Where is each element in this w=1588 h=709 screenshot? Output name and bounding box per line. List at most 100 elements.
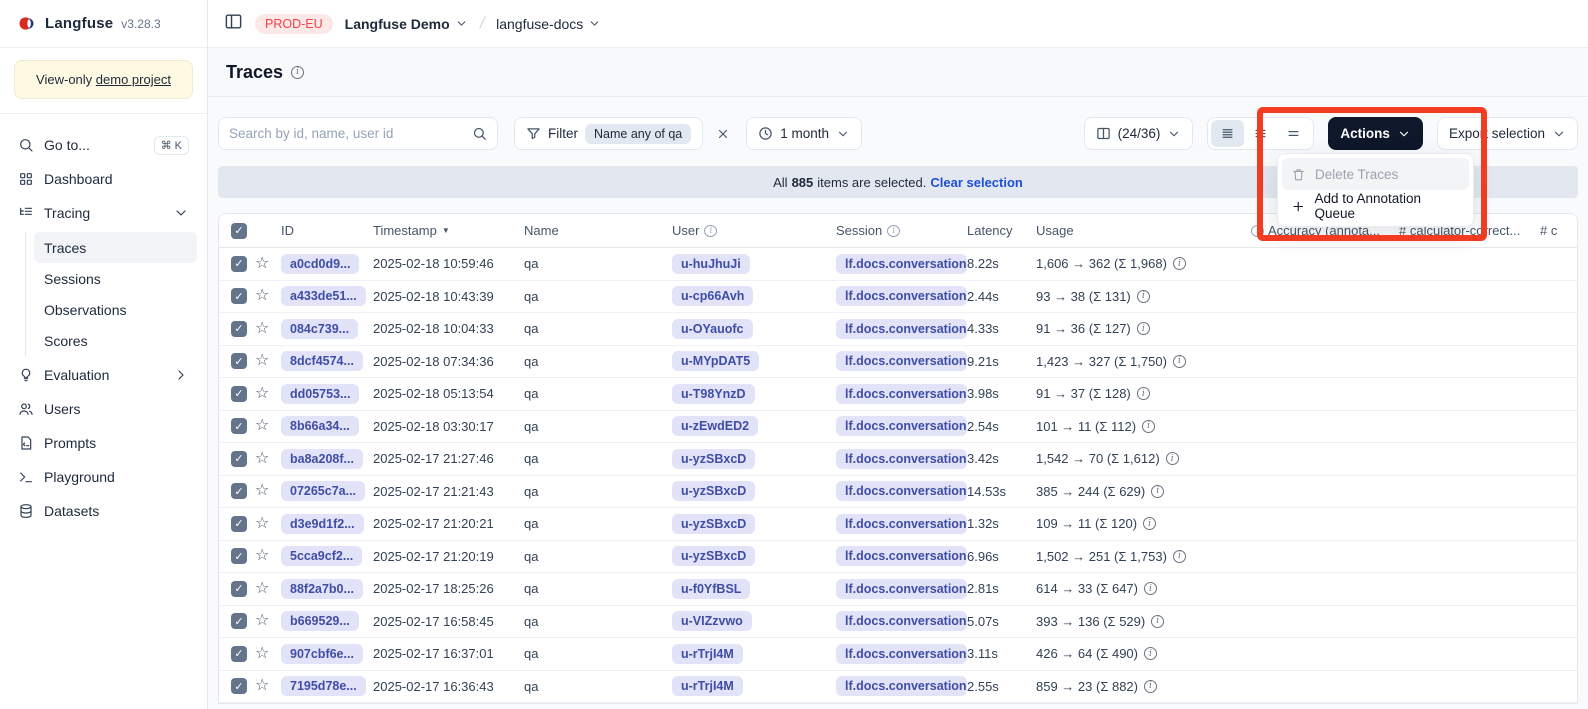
session-badge[interactable]: lf.docs.conversation... — [836, 319, 967, 339]
info-icon[interactable]: i — [1137, 290, 1150, 303]
trace-id-badge[interactable]: 7195d78e... — [281, 676, 366, 696]
star-icon[interactable]: ☆ — [255, 516, 269, 532]
user-badge[interactable]: u-OYauofc — [672, 319, 753, 339]
row-checkbox[interactable]: ✓ — [231, 386, 247, 402]
session-badge[interactable]: lf.docs.conversation... — [836, 254, 967, 274]
info-icon[interactable]: i — [1137, 322, 1150, 335]
user-badge[interactable]: u-VIZzvwo — [672, 611, 752, 631]
column-header-extra[interactable]: # c — [1540, 223, 1577, 238]
star-icon[interactable]: ☆ — [255, 646, 269, 662]
star-icon[interactable]: ☆ — [255, 418, 269, 434]
user-badge[interactable]: u-rTrjI4M — [672, 676, 743, 696]
session-badge[interactable]: lf.docs.conversation... — [836, 416, 967, 436]
info-icon[interactable]: i — [1151, 485, 1164, 498]
row-checkbox[interactable]: ✓ — [231, 678, 247, 694]
demo-project-link[interactable]: demo project — [96, 72, 171, 87]
column-visibility-button[interactable]: (24/36) — [1084, 117, 1194, 150]
column-header-session[interactable]: Sessioni — [836, 223, 967, 238]
trace-id-badge[interactable]: 07265c7a... — [281, 481, 365, 501]
star-icon[interactable]: ☆ — [255, 288, 269, 304]
session-badge[interactable]: lf.docs.conversation... — [836, 514, 967, 534]
row-checkbox[interactable]: ✓ — [231, 548, 247, 564]
session-badge[interactable]: lf.docs.conversation... — [836, 384, 967, 404]
session-badge[interactable]: lf.docs.conversation... — [836, 644, 967, 664]
star-icon[interactable]: ☆ — [255, 321, 269, 337]
column-header-name[interactable]: Name — [524, 223, 672, 238]
row-checkbox[interactable]: ✓ — [231, 451, 247, 467]
info-icon[interactable]: i — [1144, 647, 1157, 660]
star-icon[interactable]: ☆ — [255, 483, 269, 499]
org-selector[interactable]: Langfuse Demo — [345, 16, 468, 32]
time-range-button[interactable]: 1 month — [746, 117, 862, 150]
table-row[interactable]: ✓☆8b66a34...2025-02-18 03:30:17qau-zEwdE… — [219, 411, 1577, 444]
sidebar-item-evaluation[interactable]: Evaluation — [10, 358, 197, 392]
trace-id-badge[interactable]: 5cca9cf2... — [281, 546, 362, 566]
user-badge[interactable]: u-huJhuJi — [672, 254, 750, 274]
row-checkbox[interactable]: ✓ — [231, 516, 247, 532]
table-row[interactable]: ✓☆b669529...2025-02-17 16:58:45qau-VIZzv… — [219, 606, 1577, 639]
table-row[interactable]: ✓☆5cca9cf2...2025-02-17 21:20:19qau-yzSB… — [219, 541, 1577, 574]
info-icon[interactable]: i — [1142, 420, 1155, 433]
sidebar-item-traces[interactable]: Traces — [34, 232, 197, 263]
info-icon[interactable]: i — [1144, 680, 1157, 693]
table-row[interactable]: ✓☆907cbf6e...2025-02-17 16:37:01qau-rTrj… — [219, 638, 1577, 671]
menu-item-add-to-annotation-queue[interactable]: Add to Annotation Queue — [1282, 190, 1469, 222]
session-badge[interactable]: lf.docs.conversation... — [836, 611, 967, 631]
column-header-user[interactable]: Useri — [672, 223, 836, 238]
table-row[interactable]: ✓☆ba8a208f...2025-02-17 21:27:46qau-yzSB… — [219, 443, 1577, 476]
export-selection-button[interactable]: Export selection — [1437, 117, 1578, 150]
user-badge[interactable]: u-rTrjI4M — [672, 644, 743, 664]
table-row[interactable]: ✓☆8dcf4574...2025-02-18 07:34:36qau-MYpD… — [219, 346, 1577, 379]
table-row[interactable]: ✓☆7195d78e...2025-02-17 16:36:43qau-rTrj… — [219, 671, 1577, 704]
star-icon[interactable]: ☆ — [255, 613, 269, 629]
sidebar-toggle-button[interactable] — [224, 12, 243, 36]
project-selector[interactable]: langfuse-docs — [496, 16, 601, 32]
goto-button[interactable]: Go to... ⌘ K — [10, 128, 197, 162]
row-checkbox[interactable]: ✓ — [231, 646, 247, 662]
clear-selection-link[interactable]: Clear selection — [930, 175, 1023, 190]
star-icon[interactable]: ☆ — [255, 678, 269, 694]
trace-id-badge[interactable]: b669529... — [281, 611, 359, 631]
trace-id-badge[interactable]: 907cbf6e... — [281, 644, 363, 664]
row-height-small-button[interactable] — [1211, 120, 1244, 147]
trace-id-badge[interactable]: 88f2a7b0... — [281, 579, 363, 599]
session-badge[interactable]: lf.docs.conversation... — [836, 351, 967, 371]
sidebar-item-observations[interactable]: Observations — [34, 294, 197, 325]
trace-id-badge[interactable]: d3e9d1f2... — [281, 514, 364, 534]
user-badge[interactable]: u-f0YfBSL — [672, 579, 750, 599]
select-all-checkbox[interactable]: ✓ — [231, 223, 247, 239]
star-icon[interactable]: ☆ — [255, 353, 269, 369]
info-icon[interactable]: i — [1143, 517, 1156, 530]
sidebar-item-tracing[interactable]: Tracing — [10, 196, 197, 230]
trace-id-badge[interactable]: a433de51... — [281, 286, 366, 306]
star-icon[interactable]: ☆ — [255, 256, 269, 272]
info-icon[interactable]: i — [1137, 387, 1150, 400]
table-row[interactable]: ✓☆a433de51...2025-02-18 10:43:39qau-cp66… — [219, 281, 1577, 314]
info-icon[interactable]: i — [1151, 615, 1164, 628]
column-header-usage[interactable]: Usage — [1036, 223, 1246, 238]
info-icon[interactable]: i — [1173, 355, 1186, 368]
table-row[interactable]: ✓☆dd05753...2025-02-18 05:13:54qau-T98Yn… — [219, 378, 1577, 411]
clear-filter-button[interactable] — [716, 127, 730, 141]
session-badge[interactable]: lf.docs.conversation... — [836, 286, 967, 306]
trace-id-badge[interactable]: dd05753... — [281, 384, 359, 404]
session-badge[interactable]: lf.docs.conversation... — [836, 579, 967, 599]
menu-item-delete-traces[interactable]: Delete Traces — [1282, 158, 1469, 190]
user-badge[interactable]: u-yzSBxcD — [672, 449, 755, 469]
trace-id-badge[interactable]: 8dcf4574... — [281, 351, 363, 371]
row-checkbox[interactable]: ✓ — [231, 321, 247, 337]
search-icon[interactable] — [472, 126, 487, 141]
row-checkbox[interactable]: ✓ — [231, 256, 247, 272]
session-badge[interactable]: lf.docs.conversation... — [836, 546, 967, 566]
user-badge[interactable]: u-T98YnzD — [672, 384, 755, 404]
filter-button[interactable]: Filter Name any of qa — [514, 117, 703, 150]
sidebar-item-scores[interactable]: Scores — [34, 325, 197, 356]
table-row[interactable]: ✓☆084c739...2025-02-18 10:04:33qau-OYauo… — [219, 313, 1577, 346]
row-checkbox[interactable]: ✓ — [231, 418, 247, 434]
info-icon[interactable]: i — [1166, 452, 1179, 465]
table-row[interactable]: ✓☆d3e9d1f2...2025-02-17 21:20:21qau-yzSB… — [219, 508, 1577, 541]
table-row[interactable]: ✓☆07265c7a...2025-02-17 21:21:43qau-yzSB… — [219, 476, 1577, 509]
sidebar-item-playground[interactable]: Playground — [10, 460, 197, 494]
sidebar-item-sessions[interactable]: Sessions — [34, 263, 197, 294]
table-row[interactable]: ✓☆a0cd0d9...2025-02-18 10:59:46qau-huJhu… — [219, 248, 1577, 281]
